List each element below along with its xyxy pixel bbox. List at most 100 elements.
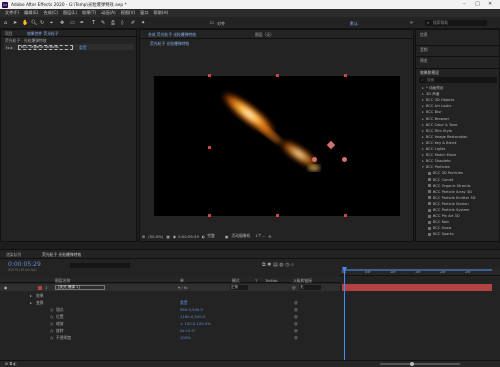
minimize-icon[interactable]: – bbox=[463, 1, 466, 7]
color-icon[interactable]: ◐ bbox=[202, 234, 205, 239]
layer-label-color[interactable] bbox=[38, 285, 42, 290]
timeline-zoom-slider[interactable] bbox=[380, 363, 460, 365]
layer-switch-icons[interactable]: ⚹ / fx bbox=[178, 285, 188, 290]
property-value[interactable]: 100% bbox=[180, 335, 191, 340]
effect-item[interactable]: ▾ BCC Particles bbox=[422, 165, 450, 169]
hand-tool-icon[interactable]: ✋ bbox=[22, 20, 28, 26]
bbox-handle[interactable] bbox=[344, 74, 347, 77]
effects-search-input[interactable]: ⌕ 搜索 bbox=[419, 77, 497, 83]
stopwatch-icon[interactable]: ◷ bbox=[50, 321, 53, 326]
viewer-timecode[interactable]: 0:00:05:29 bbox=[178, 234, 199, 239]
effect-item[interactable]: BCC Organic Strands bbox=[428, 184, 471, 188]
property-value[interactable]: 0x+0.0° bbox=[180, 328, 196, 333]
camera-dropdown[interactable]: 活动摄像机 bbox=[231, 233, 250, 239]
brush-tool-icon[interactable]: ✎ bbox=[101, 20, 105, 26]
bbox-handle[interactable] bbox=[208, 214, 211, 217]
effect-item[interactable]: BCC Particle Array 3D bbox=[428, 190, 472, 194]
workspace-menu-icon[interactable]: » bbox=[410, 20, 413, 26]
expression-pickwhip-icon[interactable]: @ bbox=[294, 328, 298, 333]
rectangle-tool-icon[interactable]: ▭ bbox=[70, 20, 75, 26]
effect-item[interactable]: ▸ BCC Blur bbox=[422, 110, 442, 114]
effect-item[interactable]: ▸ BCC Browser bbox=[422, 117, 449, 121]
layer-duration-bar[interactable] bbox=[342, 284, 492, 291]
bbox-handle[interactable] bbox=[208, 146, 211, 149]
col-layer-name[interactable]: 图层名称 bbox=[55, 278, 70, 284]
maximize-icon[interactable]: □ bbox=[475, 1, 480, 7]
menu-help[interactable]: 帮助(H) bbox=[154, 9, 169, 17]
effect-item[interactable]: BCC Particle System bbox=[428, 208, 469, 212]
composition-canvas[interactable] bbox=[154, 76, 400, 216]
property-value[interactable]: ∞ 100.0,100.0% bbox=[180, 321, 211, 326]
region-icon[interactable]: ▣ bbox=[225, 234, 229, 239]
tab-preview[interactable]: 预览 bbox=[420, 58, 428, 64]
effect-item[interactable]: BCC Snow bbox=[428, 226, 451, 230]
effect-item[interactable]: BCC Sparks bbox=[428, 232, 454, 236]
expand-arrow-icon[interactable]: ▸ bbox=[30, 300, 32, 305]
property-value[interactable]: 重置 bbox=[180, 300, 188, 306]
effect-item[interactable]: ▸ BCC Obsolete bbox=[422, 159, 451, 163]
effect-item[interactable]: ▸ BCC Match Move bbox=[422, 153, 456, 157]
camera-icon[interactable]: ◉ bbox=[173, 234, 176, 239]
effect-item[interactable]: ▸ BCC Lights bbox=[422, 147, 445, 151]
stopwatch-icon[interactable]: ◷ bbox=[50, 307, 53, 312]
bbox-handle[interactable] bbox=[276, 214, 279, 217]
timeline-timecode[interactable]: 0:00:05:29 bbox=[8, 261, 41, 268]
timeline-zoom-knob[interactable] bbox=[410, 361, 414, 366]
effect-item[interactable]: ▸ BCC Color & Tone bbox=[422, 123, 457, 127]
tab-effects-presets[interactable]: 效果和预设 bbox=[420, 70, 439, 76]
pan-behind-tool-icon[interactable]: ✥ bbox=[60, 20, 64, 26]
exposure-icon[interactable]: ⟲ bbox=[268, 234, 271, 239]
menu-animation[interactable]: 动画(A) bbox=[101, 9, 116, 17]
parent-pickwhip-icon[interactable]: @ bbox=[292, 285, 296, 290]
timeline-search-input[interactable] bbox=[70, 263, 130, 268]
layer-mode-dropdown[interactable]: 正常 bbox=[230, 284, 248, 290]
expression-pickwhip-icon[interactable]: @ bbox=[294, 307, 298, 312]
grid-icon[interactable]: ▦ bbox=[166, 234, 170, 239]
snapshot-icon[interactable]: ⊞ bbox=[142, 234, 145, 239]
effect-item[interactable]: BCC Rain bbox=[428, 220, 449, 224]
tab-audio[interactable]: 音频 bbox=[420, 47, 428, 53]
work-area-bar[interactable] bbox=[342, 269, 492, 271]
menu-window[interactable]: 窗口 bbox=[140, 9, 148, 17]
stopwatch-icon[interactable]: ◷ bbox=[50, 314, 53, 319]
effect-item[interactable]: BCC Pin Art 3D bbox=[428, 214, 460, 218]
puppet-tool-icon[interactable]: ✦ bbox=[141, 20, 145, 26]
effect-item[interactable]: ▸ * 动画预设 bbox=[422, 86, 443, 91]
property-value[interactable]: 960.0,540.0 bbox=[180, 307, 203, 312]
selection-tool-icon[interactable]: ➤ bbox=[13, 20, 17, 26]
menu-composition[interactable]: 合成(C) bbox=[43, 9, 58, 17]
menu-file[interactable]: 文件(F) bbox=[5, 9, 19, 17]
resolution-dropdown[interactable]: 完整 bbox=[207, 233, 215, 239]
roto-brush-tool-icon[interactable]: ✐ bbox=[131, 20, 135, 26]
layer-row[interactable] bbox=[0, 284, 340, 291]
effect-item[interactable]: ▸ BCC Key & Blend bbox=[422, 141, 456, 145]
expand-arrow-icon[interactable]: ▸ bbox=[30, 293, 32, 298]
effect-name[interactable]: BCC Organic Strands bbox=[18, 44, 73, 50]
bbox-handle[interactable] bbox=[344, 214, 347, 217]
layer-parent-dropdown[interactable]: 无 bbox=[299, 284, 321, 290]
property-value[interactable]: 1160.0,540.0 bbox=[180, 314, 205, 319]
expression-pickwhip-icon[interactable]: @ bbox=[294, 321, 298, 326]
text-tool-icon[interactable]: T bbox=[92, 20, 95, 26]
bbox-handle[interactable] bbox=[276, 74, 279, 77]
zoom-tool-icon[interactable]: 🔍︎ bbox=[31, 20, 37, 26]
snap-checkbox-icon[interactable]: ☐ bbox=[210, 20, 214, 25]
tab-info[interactable]: 信息 bbox=[420, 32, 428, 38]
effect-item[interactable]: BCC 3D Particles bbox=[428, 171, 463, 175]
anchor-point-handle[interactable] bbox=[312, 157, 317, 162]
property-row[interactable] bbox=[0, 293, 340, 300]
menu-edit[interactable]: 编辑(E) bbox=[24, 9, 38, 17]
rotate-tool-icon[interactable]: ↻ bbox=[40, 20, 44, 26]
footer-toggle-icons[interactable]: ⊞ ⧉ ◐ bbox=[5, 361, 17, 366]
expression-pickwhip-icon[interactable]: @ bbox=[294, 335, 298, 340]
property-row[interactable] bbox=[0, 300, 340, 307]
stopwatch-icon[interactable]: ◷ bbox=[50, 328, 53, 333]
effect-item[interactable]: BCC Comet bbox=[428, 178, 453, 182]
menu-effect[interactable]: 效果(T) bbox=[82, 9, 96, 17]
visibility-eye-icon[interactable]: ◉ bbox=[4, 285, 7, 290]
effect-item[interactable]: ▸ 3D 声道 bbox=[422, 92, 439, 97]
stopwatch-icon[interactable]: ◷ bbox=[50, 335, 53, 340]
anchor-point-handle[interactable] bbox=[342, 157, 347, 162]
fx-toggle-icon[interactable]: fx ▸ bbox=[6, 45, 13, 50]
close-icon[interactable]: ✕ bbox=[488, 1, 492, 7]
